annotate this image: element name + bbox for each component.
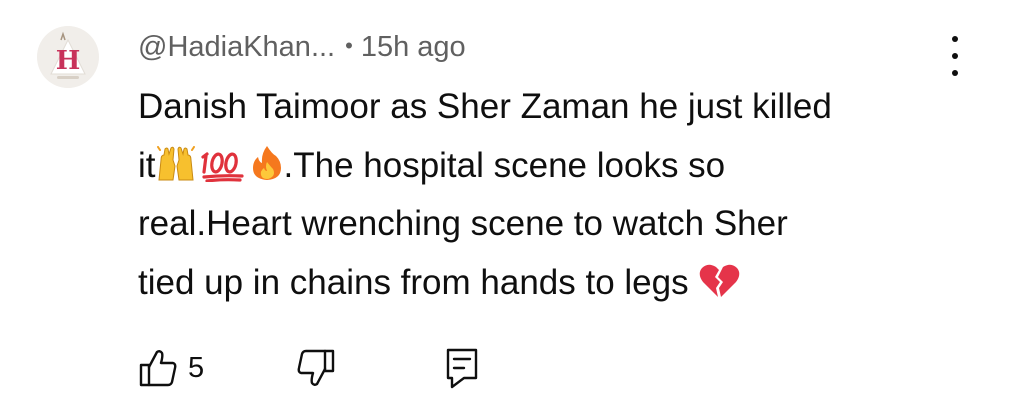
- author-handle[interactable]: @HadiaKhan...: [138, 31, 335, 64]
- more-options-button[interactable]: [938, 36, 972, 76]
- comment-line-2: it .The hospital scene looks so: [138, 137, 958, 196]
- comment-line-4a: tied up in chains from hands to legs: [138, 262, 699, 302]
- like-button[interactable]: 5: [138, 348, 204, 388]
- comment-line-4: tied up in chains from hands to legs: [138, 254, 958, 313]
- dislike-button[interactable]: [296, 348, 336, 388]
- comment-line-3: real.Heart wrenching scene to watch Sher: [138, 204, 788, 243]
- comment-header: @HadiaKhan... • 15h ago: [138, 27, 466, 67]
- broken-heart-emoji-icon: [700, 264, 740, 297]
- vertical-ellipsis-icon: [952, 36, 958, 42]
- reply-button[interactable]: [444, 347, 480, 389]
- separator-dot: •: [345, 33, 353, 58]
- thumbs-up-icon: [139, 350, 177, 387]
- avatar[interactable]: H: [37, 26, 99, 88]
- comment-time: 15h ago: [360, 30, 466, 63]
- comment-line-1: Danish Taimoor as Sher Zaman he just kil…: [138, 87, 832, 126]
- like-count: 5: [188, 351, 205, 384]
- thumbs-down-icon: [297, 349, 335, 386]
- raising-hands-emoji-icon: [156, 145, 195, 180]
- comment-line-2a: it: [138, 145, 156, 185]
- fire-emoji-icon: [252, 145, 281, 180]
- comment-text: Danish Taimoor as Sher Zaman he just kil…: [138, 78, 958, 312]
- reply-comment-icon: [446, 348, 478, 389]
- svg-text:H: H: [56, 46, 81, 76]
- avatar-letter-h-icon: H: [37, 26, 99, 88]
- comment-actions: 5: [138, 345, 480, 391]
- hundred-points-emoji-icon: [200, 151, 244, 182]
- comment-line-2b: .The hospital scene looks so: [283, 145, 726, 185]
- comment-card: H @HadiaKhan... • 15h ago Danish Taimoor…: [0, 0, 1024, 417]
